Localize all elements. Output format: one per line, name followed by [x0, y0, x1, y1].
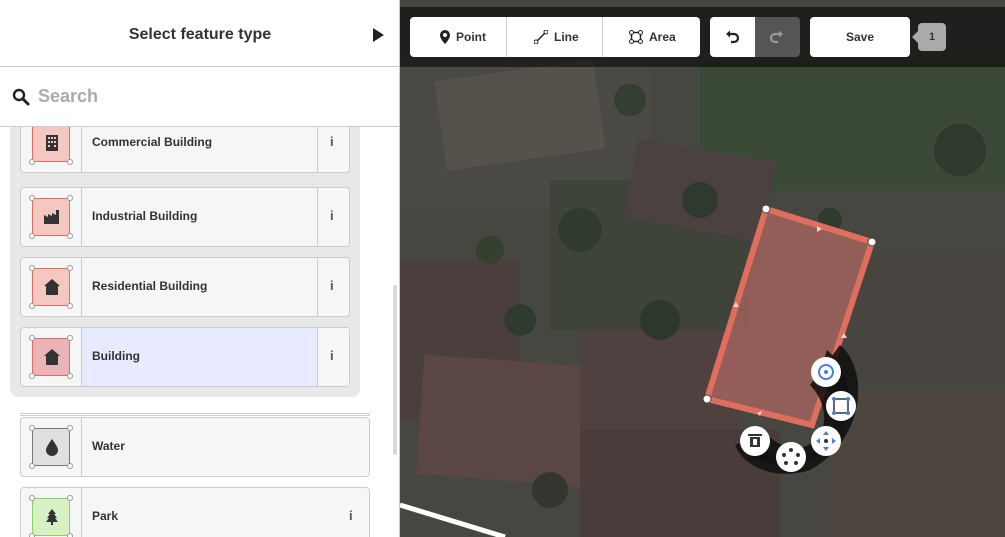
area-swatch [29, 495, 73, 537]
preset-info-button[interactable]: i [337, 488, 369, 537]
preset-label: Industrial Building [92, 209, 198, 223]
undo-button[interactable] [710, 17, 755, 57]
point-label: Point [456, 30, 486, 44]
info-icon: i [330, 348, 334, 363]
preset-park[interactable]: Park i [20, 487, 370, 537]
area-swatch [29, 127, 73, 165]
house-icon [44, 279, 60, 295]
area-icon [629, 30, 643, 44]
area-label: Area [649, 30, 676, 44]
redo-icon [770, 30, 783, 44]
preset-label: Park [92, 509, 119, 523]
preset-label: Commercial Building [92, 135, 213, 149]
area-swatch [29, 425, 73, 469]
tree-icon [46, 509, 58, 525]
add-point-button[interactable]: Point [410, 17, 507, 57]
vertex[interactable] [761, 204, 771, 214]
sidebar: Select feature type Commercial Building … [0, 0, 400, 537]
info-icon: i [330, 134, 334, 149]
group-divider [20, 413, 370, 416]
search-input[interactable] [38, 78, 378, 114]
redo-button [755, 17, 800, 57]
preset-water[interactable]: Water [20, 417, 370, 477]
scrollbar[interactable] [393, 285, 397, 455]
area-swatch [29, 265, 73, 309]
house-icon [44, 349, 60, 365]
line-label: Line [554, 30, 579, 44]
preset-building[interactable]: Building i [20, 327, 350, 387]
line-icon [534, 30, 548, 44]
preset-icon-box [21, 488, 82, 537]
preset-info-button[interactable]: i [317, 188, 349, 246]
area-swatch [29, 195, 73, 239]
preset-info-button[interactable]: i [317, 127, 349, 172]
preset-list: Commercial Building i Industrial Buildin… [0, 127, 399, 537]
map-canvas[interactable] [400, 0, 1005, 537]
preset-industrial-building[interactable]: Industrial Building i [20, 187, 350, 247]
play-right-icon[interactable] [370, 26, 386, 44]
add-line-button[interactable]: Line [507, 17, 603, 57]
office-building-icon [46, 135, 58, 151]
point-marker-icon [440, 30, 450, 44]
preset-label: Building [92, 349, 140, 363]
undo-icon [726, 30, 739, 44]
info-icon: i [330, 208, 334, 223]
satellite-imagery [400, 0, 1005, 537]
save-label: Save [846, 30, 875, 44]
vertex[interactable] [867, 237, 877, 247]
preset-icon-box [21, 418, 82, 476]
sidebar-title: Select feature type [128, 26, 272, 43]
preset-icon-box [21, 258, 82, 316]
preset-info-button[interactable]: i [317, 258, 349, 316]
save-button[interactable]: Save [810, 17, 910, 57]
preset-info-button[interactable]: i [317, 328, 349, 386]
water-drop-icon [46, 439, 58, 456]
preset-icon-box [21, 188, 82, 246]
area-swatch [29, 335, 73, 379]
orthogonalize-icon[interactable] [776, 442, 806, 472]
vertex[interactable] [702, 394, 712, 404]
preset-label: Residential Building [92, 279, 208, 293]
preset-icon-box [21, 127, 82, 172]
add-area-button[interactable]: Area [603, 17, 700, 57]
search-icon [12, 88, 30, 106]
preset-label: Water [92, 439, 125, 453]
preset-icon-box [21, 328, 82, 386]
info-icon: i [330, 278, 334, 293]
square-icon[interactable] [826, 391, 856, 421]
factory-icon [44, 210, 59, 224]
preset-commercial-building[interactable]: Commercial Building i [20, 127, 350, 173]
info-icon: i [349, 508, 353, 523]
preset-residential-building[interactable]: Residential Building i [20, 257, 350, 317]
edit-count-badge: 1 [918, 23, 946, 51]
sidebar-header: Select feature type [0, 0, 399, 67]
